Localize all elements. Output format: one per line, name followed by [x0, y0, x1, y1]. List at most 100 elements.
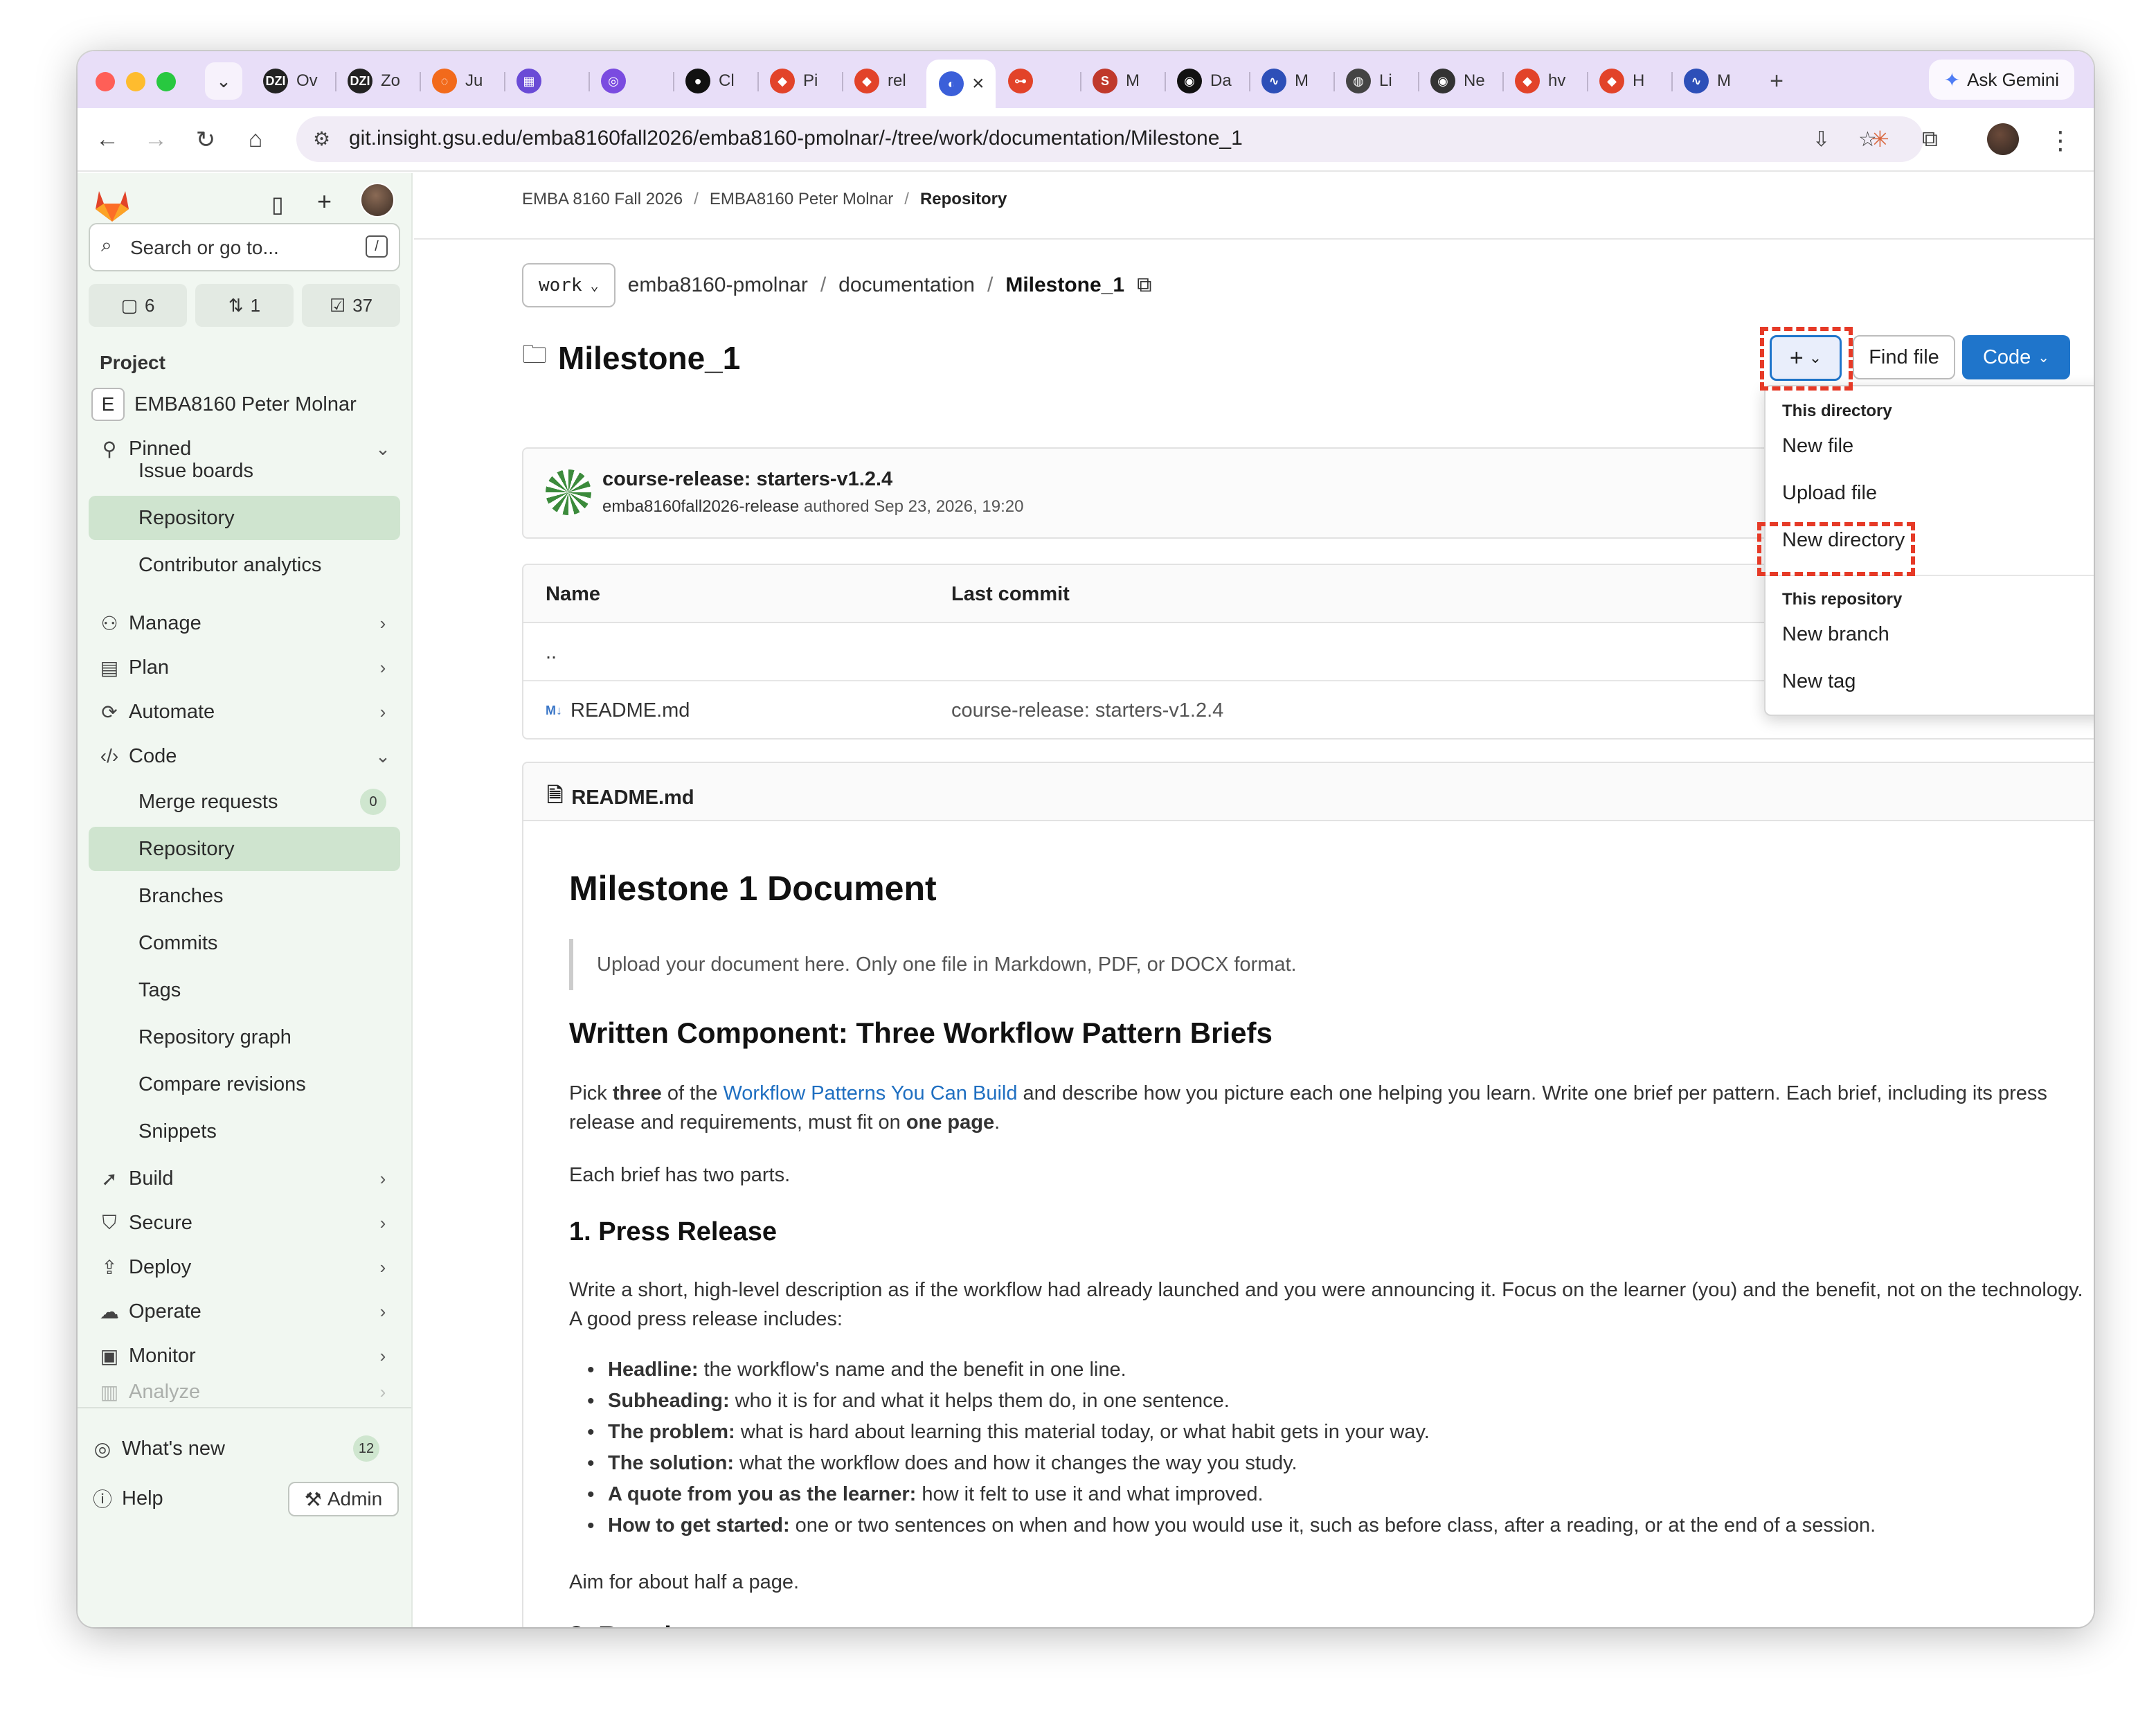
back-button[interactable]: ←: [93, 126, 122, 153]
deploy-icon: ⇪: [101, 1256, 118, 1278]
browser-tab[interactable]: ◐ ×: [926, 60, 996, 108]
help-button[interactable]: ⓘ Help: [82, 1476, 276, 1521]
issues-count: 6: [145, 294, 155, 316]
compass-icon: ◎: [93, 1437, 111, 1460]
tab-title: H: [1633, 71, 1645, 90]
minimize-window-button[interactable]: [126, 72, 145, 91]
browser-tab[interactable]: ◆ H: [1587, 60, 1671, 102]
claude-extension-icon[interactable]: ✳: [1871, 126, 1889, 152]
url-text[interactable]: git.insight.gsu.edu/emba8160fall2026/emb…: [349, 127, 1243, 150]
sidebar-item-pinned-repository[interactable]: Repository: [89, 496, 400, 540]
browser-tab[interactable]: ◆ hv: [1502, 60, 1587, 102]
sidebar-item-commits[interactable]: Commits: [89, 921, 400, 965]
commit-author-avatar[interactable]: [546, 469, 591, 515]
sidebar-item-deploy[interactable]: ⇪ Deploy ›: [89, 1245, 400, 1289]
sidebar-item-monitor[interactable]: ▣ Monitor ›: [89, 1334, 400, 1378]
browser-tab[interactable]: ◆ rel: [842, 60, 926, 102]
close-tab-icon[interactable]: ×: [972, 72, 985, 96]
sidebar-item-repository[interactable]: Repository: [89, 827, 400, 871]
new-branch-menu-item[interactable]: New branch: [1782, 623, 1889, 646]
path-segment-directory[interactable]: documentation: [838, 274, 975, 297]
toggle-sidebar-icon[interactable]: ▯: [271, 191, 284, 217]
site-info-icon[interactable]: ⚙: [313, 127, 330, 150]
breadcrumb-group[interactable]: EMBA 8160 Fall 2026: [522, 190, 683, 209]
sidebar-item-issue-boards[interactable]: Issue boards: [89, 449, 400, 493]
sidebar-item-operate[interactable]: ☁ Operate ›: [89, 1289, 400, 1334]
file-last-commit[interactable]: course-release: starters-v1.2.4: [951, 699, 1223, 722]
issues-count-button[interactable]: ▢ 6: [89, 284, 187, 327]
browser-menu-icon[interactable]: ⋮: [2048, 126, 2073, 155]
chart-icon: ▥: [100, 1381, 119, 1403]
sidebar-item-snippets[interactable]: Snippets: [89, 1109, 400, 1154]
code-dropdown-button[interactable]: Code ⌄: [1962, 335, 2070, 379]
commit-meta: emba8160fall2026-release authored Sep 23…: [602, 497, 1023, 517]
browser-tab[interactable]: DZI Ov: [251, 60, 335, 102]
new-tab-button[interactable]: +: [1756, 68, 1797, 95]
path-separator: /: [820, 274, 827, 296]
extensions-icon[interactable]: ⧉: [1922, 126, 1938, 152]
main-content: EMBA 8160 Fall 2026 / EMBA8160 Peter Mol…: [414, 173, 2094, 1627]
sidebar-item-compare-revisions[interactable]: Compare revisions: [89, 1062, 400, 1107]
ask-gemini-button[interactable]: ✦ Ask Gemini: [1928, 60, 2074, 100]
browser-tab[interactable]: ⊶: [996, 60, 1080, 102]
maximize-window-button[interactable]: [156, 72, 176, 91]
gitlab-logo-icon[interactable]: [93, 187, 132, 223]
find-file-button[interactable]: Find file: [1853, 335, 1955, 379]
whats-new-button[interactable]: ◎ What's new 12: [82, 1426, 393, 1471]
create-new-icon[interactable]: +: [317, 187, 332, 216]
search-input[interactable]: ⌕ Search or go to... /: [89, 223, 400, 271]
browser-tab[interactable]: DZI Zo: [335, 60, 420, 102]
sidebar-item-automate[interactable]: ⟳ Automate ›: [89, 690, 400, 734]
sidebar-project-link[interactable]: E EMBA8160 Peter Molnar: [89, 382, 400, 427]
tab-favicon-icon: ⊶: [1008, 69, 1033, 93]
address-bar[interactable]: ⚙ git.insight.gsu.edu/emba8160fall2026/e…: [296, 116, 1923, 162]
new-tag-menu-item[interactable]: New tag: [1782, 670, 1856, 693]
sidebar-item-analyze[interactable]: ▥ Analyze ›: [89, 1378, 400, 1406]
browser-tab[interactable]: ◎: [589, 60, 673, 102]
profile-avatar[interactable]: [1987, 123, 2019, 155]
browser-tab[interactable]: ◌ Ju: [420, 60, 504, 102]
close-window-button[interactable]: [96, 72, 115, 91]
file-name[interactable]: README.md: [571, 699, 690, 722]
sidebar-item-tags[interactable]: Tags: [89, 968, 400, 1012]
admin-button[interactable]: ⚒ Admin: [288, 1482, 399, 1516]
reload-button[interactable]: ↻: [191, 126, 220, 154]
sidebar-item-secure[interactable]: ⛉ Secure ›: [89, 1201, 400, 1245]
sidebar-item-repository-graph[interactable]: Repository graph: [89, 1015, 400, 1059]
sidebar-item-merge-requests[interactable]: Merge requests 0: [89, 780, 400, 824]
sidebar-item-code[interactable]: ‹/› Code ⌄: [89, 734, 400, 778]
home-button[interactable]: ⌂: [241, 126, 270, 153]
readme-bullet-list: Headline: the workflow's name and the be…: [569, 1354, 2092, 1541]
sidebar-item-build[interactable]: ➚ Build ›: [89, 1156, 400, 1201]
breadcrumb-project[interactable]: EMBA8160 Peter Molnar: [710, 190, 893, 209]
browser-tab[interactable]: ◉ Ne: [1418, 60, 1502, 102]
commit-author[interactable]: emba8160fall2026-release: [602, 497, 799, 516]
user-avatar[interactable]: [360, 183, 395, 217]
browser-tab[interactable]: ▦: [504, 60, 589, 102]
forward-button[interactable]: →: [141, 126, 170, 153]
commit-title[interactable]: course-release: starters-v1.2.4: [602, 468, 892, 491]
browser-tab[interactable]: SM: [1080, 60, 1165, 102]
browser-tab[interactable]: ◆ Pi: [757, 60, 842, 102]
browser-tab[interactable]: ∿ M: [1249, 60, 1333, 102]
parent-directory-link[interactable]: ..: [546, 641, 557, 664]
sidebar-item-manage[interactable]: ⚇ Manage ›: [89, 601, 400, 645]
browser-tab[interactable]: ◍ Li: [1333, 60, 1418, 102]
branch-selector[interactable]: work ⌄: [522, 263, 616, 307]
breadcrumb-current[interactable]: Repository: [920, 190, 1007, 209]
install-app-icon[interactable]: ⇩: [1813, 127, 1830, 152]
tab-search-button[interactable]: ⌄: [205, 62, 242, 100]
sidebar-item-plan[interactable]: ▤ Plan ›: [89, 645, 400, 690]
copy-path-icon[interactable]: ⧉: [1137, 274, 1151, 297]
browser-tab[interactable]: ● Cl: [673, 60, 757, 102]
path-segment-project[interactable]: emba8160-pmolnar: [628, 274, 808, 297]
browser-tab[interactable]: ∿ M: [1671, 60, 1756, 102]
sidebar-item-contributor-analytics[interactable]: Contributor analytics: [89, 543, 400, 587]
merge-requests-count-button[interactable]: ⇅ 1: [195, 284, 294, 327]
sidebar-item-branches[interactable]: Branches: [89, 874, 400, 918]
new-file-menu-item[interactable]: New file: [1782, 435, 1853, 458]
todos-count-button[interactable]: ☑ 37: [302, 284, 400, 327]
upload-file-menu-item[interactable]: Upload file: [1782, 482, 1877, 505]
browser-tab[interactable]: ◉ Da: [1165, 60, 1249, 102]
workflow-patterns-link[interactable]: Workflow Patterns You Can Build: [723, 1082, 1017, 1104]
